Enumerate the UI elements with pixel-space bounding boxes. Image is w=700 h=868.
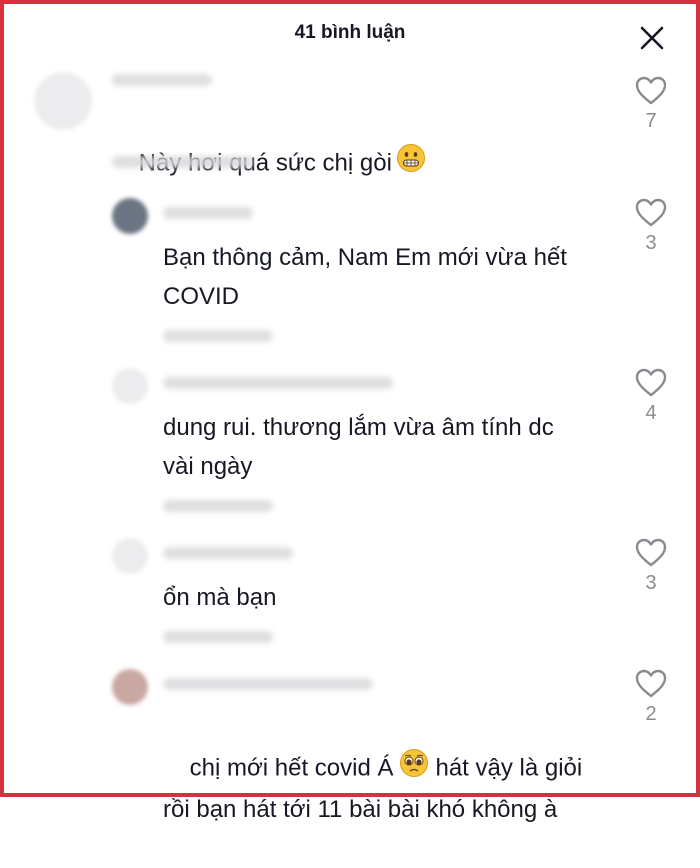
close-icon	[640, 26, 664, 50]
username-blurred[interactable]	[163, 207, 253, 219]
like-count: 7	[645, 110, 657, 132]
like-count: 3	[645, 232, 657, 254]
pleading-emoji	[399, 748, 429, 790]
close-button[interactable]	[638, 24, 666, 52]
comment-item: Này hơi quá sức chị gòi 7	[0, 60, 700, 180]
like-count: 2	[645, 703, 657, 725]
username-blurred[interactable]	[163, 377, 393, 389]
heart-outline-icon	[635, 198, 667, 227]
username-blurred[interactable]	[112, 74, 212, 86]
username-blurred[interactable]	[163, 547, 293, 559]
comment-meta-blurred[interactable]	[163, 330, 273, 342]
reply-item: ổn mà bạn 3	[0, 532, 700, 657]
reply-item: Bạn thông cảm, Nam Em mới vừa hết COVID …	[0, 190, 700, 350]
like-button[interactable]: 3	[631, 538, 671, 595]
heart-outline-icon	[635, 368, 667, 397]
like-count: 4	[645, 402, 657, 424]
avatar[interactable]	[112, 669, 148, 705]
like-button[interactable]: 2	[631, 669, 671, 726]
comment-text-content: chị mới hết covid Á	[189, 754, 394, 782]
reply-item: chị mới hết covid Áhát vậy là giỏi rồi b…	[0, 665, 700, 823]
avatar[interactable]	[112, 368, 148, 404]
like-button[interactable]: 7	[631, 76, 671, 133]
like-button[interactable]: 3	[631, 198, 671, 255]
heart-outline-icon	[635, 538, 667, 567]
avatar[interactable]	[112, 538, 148, 574]
comment-meta-blurred[interactable]	[112, 156, 254, 168]
comment-meta-blurred[interactable]	[163, 631, 273, 643]
comment-text: Bạn thông cảm, Nam Em mới vừa hết COVID	[163, 244, 567, 310]
username-blurred[interactable]	[163, 678, 373, 690]
grimace-emoji	[396, 143, 426, 185]
comment-text: chị mới hết covid Áhát vậy là giỏi rồi b…	[163, 709, 582, 868]
like-button[interactable]: 4	[631, 368, 671, 425]
heart-outline-icon	[635, 76, 667, 105]
comment-text: dung rui. thương lắm vừa âm tính dc vài …	[163, 414, 554, 480]
avatar[interactable]	[112, 198, 148, 234]
avatar[interactable]	[34, 72, 92, 130]
reply-item: dung rui. thương lắm vừa âm tính dc vài …	[0, 362, 700, 522]
comments-count-title: 41 bình luận	[294, 22, 406, 43]
like-count: 3	[645, 572, 657, 594]
comment-meta-blurred[interactable]	[163, 500, 273, 512]
comment-text: ổn mà bạn	[163, 584, 277, 611]
heart-outline-icon	[635, 669, 667, 698]
